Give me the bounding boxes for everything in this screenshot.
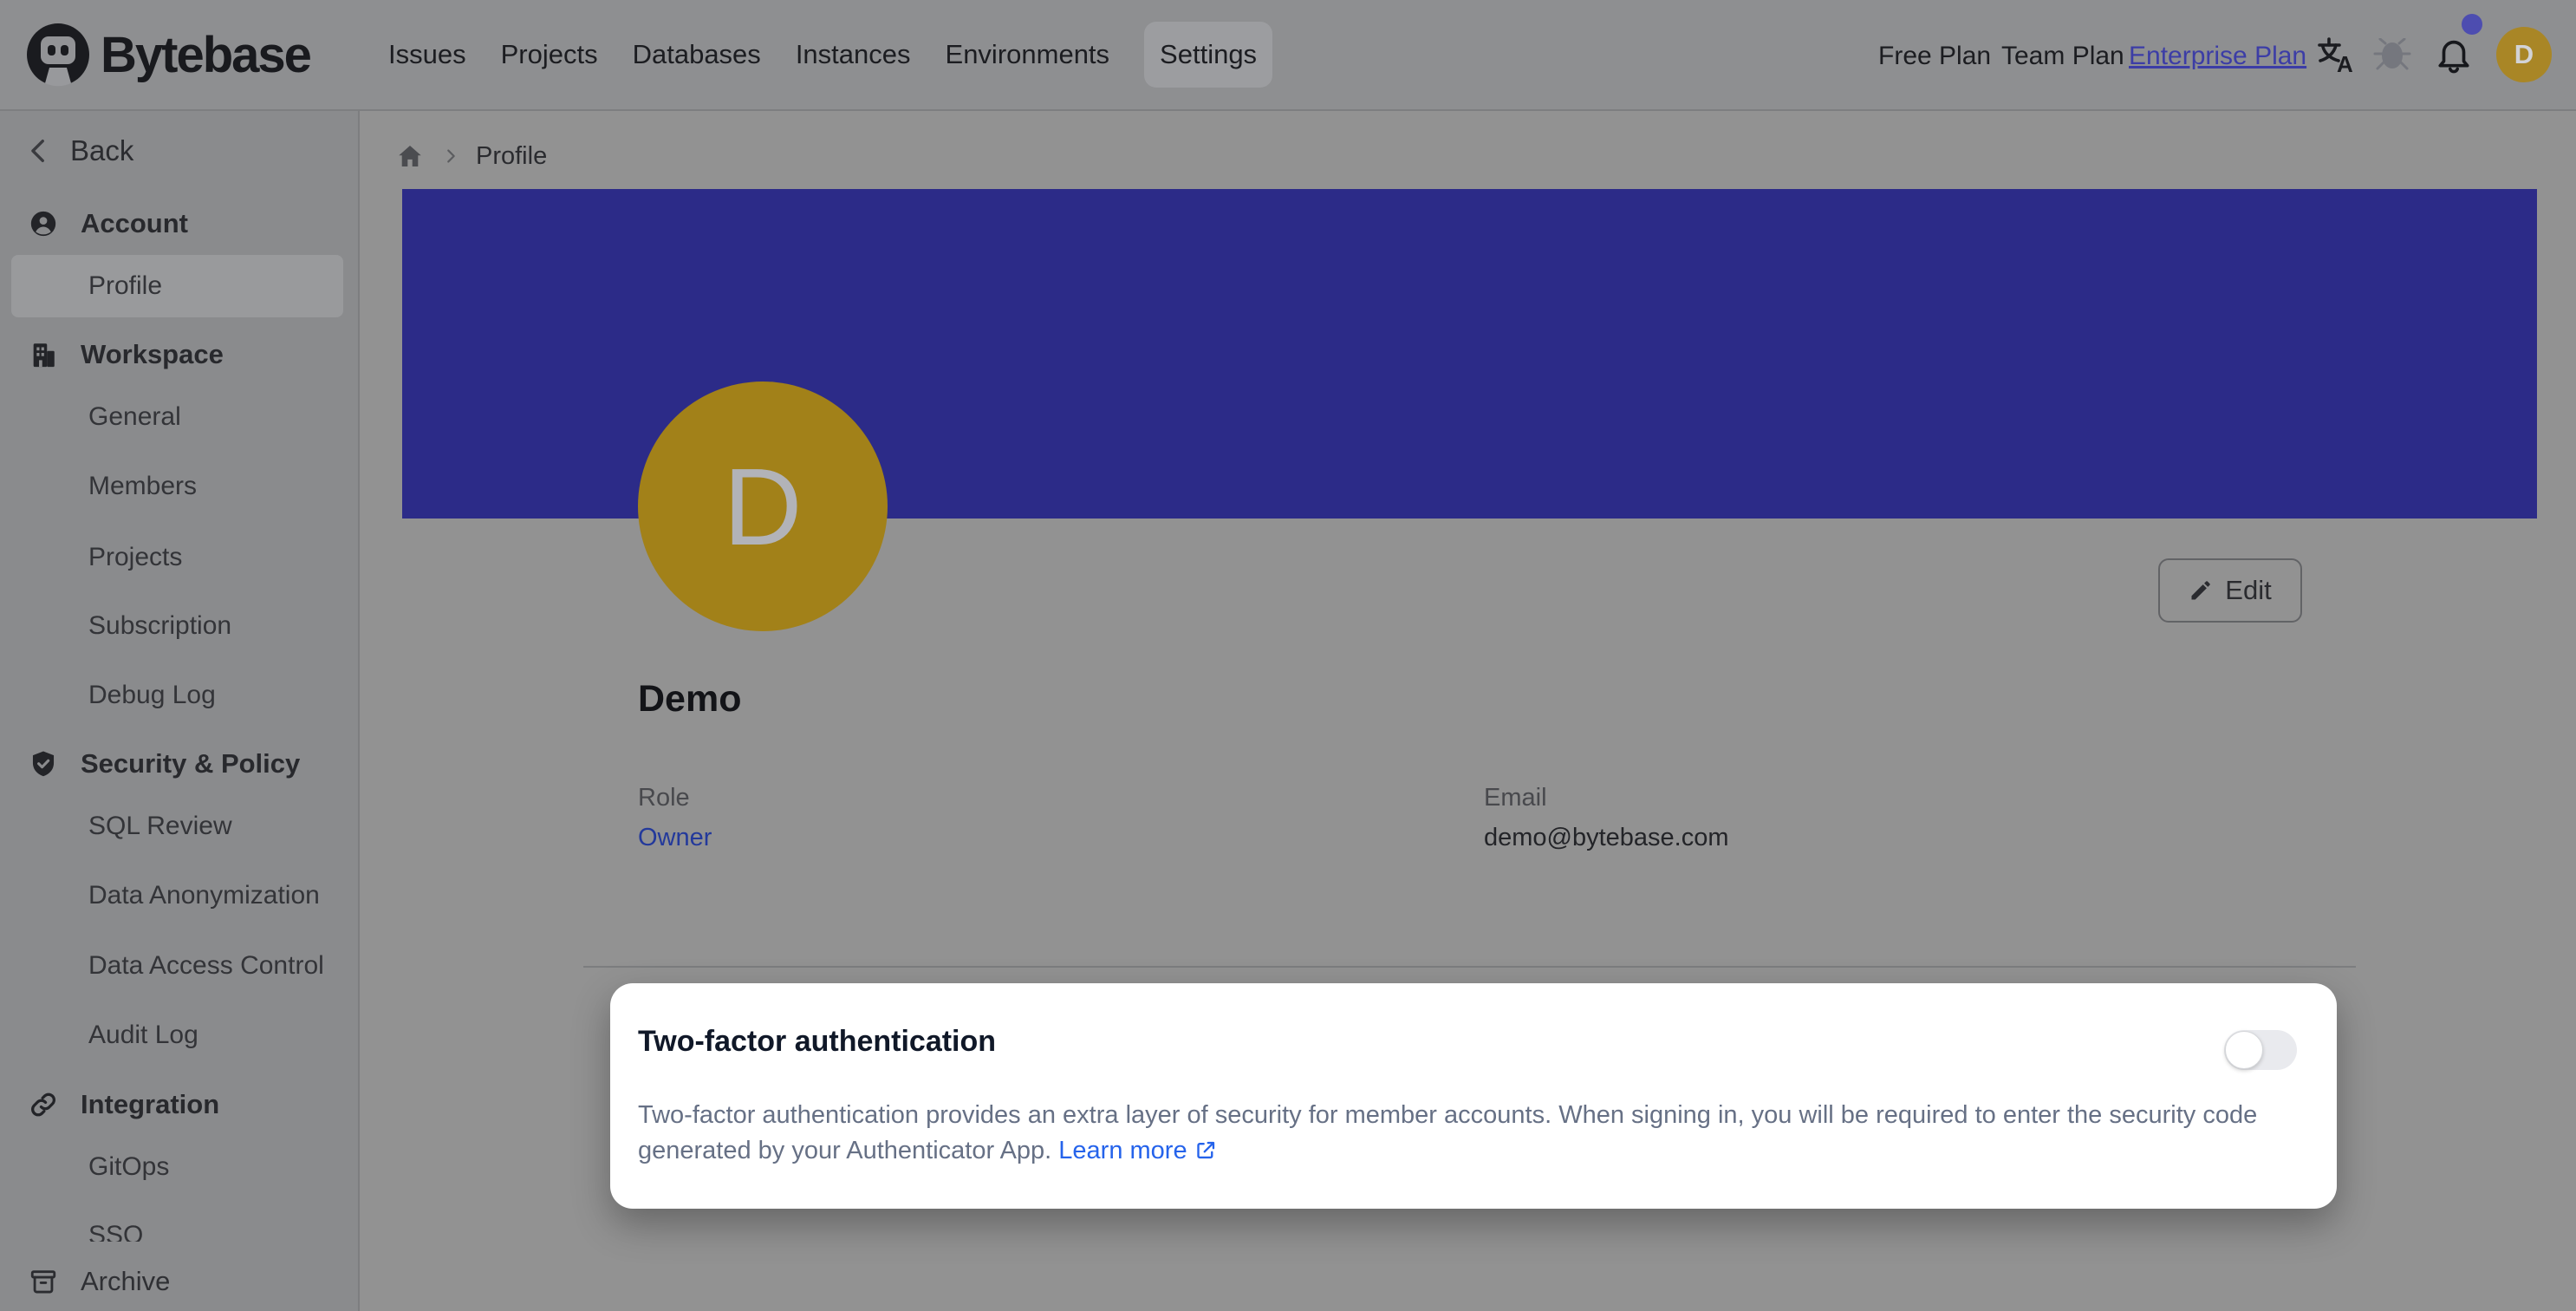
two-factor-authentication-card: Two-factor authentication Two-factor aut… — [610, 983, 2337, 1209]
learn-more-link[interactable]: Learn more — [1058, 1137, 1217, 1164]
bug-report-icon[interactable] — [2373, 38, 2413, 78]
sidebar-item-debug-log[interactable]: Debug Log — [0, 664, 358, 727]
edit-profile-button[interactable]: Edit — [2158, 558, 2302, 623]
shield-check-icon — [29, 749, 58, 779]
two-factor-title: Two-factor authentication — [638, 1025, 996, 1059]
bytebase-logo[interactable]: Bytebase — [26, 23, 310, 87]
translate-icon[interactable]: A — [2316, 35, 2356, 75]
section-label-integration: Integration — [81, 1089, 219, 1120]
sidebar-section-workspace: Workspace — [0, 323, 358, 386]
sidebar-item-profile-selected[interactable]: Profile — [0, 255, 358, 317]
nav-item-environments[interactable]: Environments — [946, 39, 1110, 70]
free-plan-link[interactable]: Free Plan — [1878, 42, 1991, 71]
two-factor-description: Two-factor authentication provides an ex… — [638, 1098, 2323, 1172]
sidebar-item-data-anonymization[interactable]: Data Anonymization — [0, 864, 358, 927]
user-circle-icon — [29, 209, 58, 238]
settings-sidebar: Back Account Profile — [0, 111, 360, 1311]
two-factor-toggle-off[interactable] — [2224, 1030, 2297, 1070]
sidebar-section-security-policy: Security & Policy — [0, 733, 358, 795]
sidebar-item-projects[interactable]: Projects — [0, 526, 358, 589]
toggle-knob — [2225, 1031, 2263, 1069]
nav-item-projects[interactable]: Projects — [501, 39, 598, 70]
breadcrumb-chevron-icon — [441, 147, 460, 166]
sidebar-item-archive[interactable]: Archive — [0, 1250, 358, 1311]
pencil-icon — [2189, 578, 2213, 603]
edit-button-label: Edit — [2225, 575, 2271, 606]
profile-name: Demo — [638, 678, 741, 721]
selected-item-highlight — [11, 255, 343, 317]
archive-box-icon — [29, 1267, 58, 1296]
nav-item-settings-selected[interactable]: Settings — [1144, 22, 1272, 88]
bytebase-wordmark: Bytebase — [101, 26, 310, 84]
section-label-account: Account — [81, 208, 188, 239]
section-label-security-policy: Security & Policy — [81, 748, 300, 779]
link-icon — [29, 1090, 58, 1119]
back-label: Back — [70, 134, 133, 167]
team-plan-link[interactable]: Team Plan — [2001, 42, 2124, 71]
sidebar-section-integration: Integration — [0, 1073, 358, 1136]
nav-item-databases[interactable]: Databases — [633, 39, 761, 70]
sidebar-scroll-area: Back Account Profile — [0, 111, 358, 1242]
notification-bell-icon[interactable] — [2434, 35, 2474, 75]
sidebar-item-label: Profile — [88, 271, 162, 301]
svg-text:A: A — [2337, 51, 2353, 75]
breadcrumb: Profile — [394, 132, 547, 180]
back-button[interactable]: Back — [0, 120, 358, 182]
building-icon — [29, 340, 58, 369]
external-link-icon — [1194, 1137, 1218, 1172]
nav-item-issues[interactable]: Issues — [388, 39, 466, 70]
top-navigation-bar: Bytebase Issues Projects Databases Insta… — [0, 0, 2576, 111]
chevron-left-icon — [24, 136, 54, 166]
sidebar-item-members[interactable]: Members — [0, 455, 358, 518]
sidebar-item-gitops[interactable]: GitOps — [0, 1136, 358, 1198]
home-icon[interactable] — [394, 140, 426, 172]
bytebase-app: Bytebase Issues Projects Databases Insta… — [0, 0, 2576, 1311]
role-value-owner-link[interactable]: Owner — [638, 824, 712, 852]
user-avatar-small[interactable]: D — [2496, 27, 2552, 82]
sidebar-item-audit-log[interactable]: Audit Log — [0, 1004, 358, 1066]
section-label-workspace: Workspace — [81, 339, 224, 370]
nav-item-instances[interactable]: Instances — [796, 39, 911, 70]
notification-unread-dot — [2462, 14, 2482, 35]
sidebar-item-sso[interactable]: SSO — [0, 1204, 358, 1242]
breadcrumb-current-page: Profile — [476, 142, 547, 171]
role-label: Role — [638, 784, 690, 812]
enterprise-plan-link[interactable]: Enterprise Plan — [2129, 42, 2306, 71]
main-nav-links: Issues Projects Databases Instances Envi… — [388, 0, 1272, 109]
section-divider — [583, 966, 2356, 968]
profile-avatar: D — [638, 382, 888, 631]
sidebar-section-account: Account — [0, 192, 358, 255]
sidebar-item-sql-review[interactable]: SQL Review — [0, 795, 358, 858]
archive-label: Archive — [81, 1266, 170, 1297]
bytebase-logo-icon — [26, 23, 90, 87]
email-label: Email — [1484, 784, 1547, 812]
sidebar-item-data-access-control[interactable]: Data Access Control — [0, 935, 358, 997]
email-value: demo@bytebase.com — [1484, 824, 1729, 852]
sidebar-item-general[interactable]: General — [0, 386, 358, 448]
sidebar-item-subscription[interactable]: Subscription — [0, 595, 358, 657]
